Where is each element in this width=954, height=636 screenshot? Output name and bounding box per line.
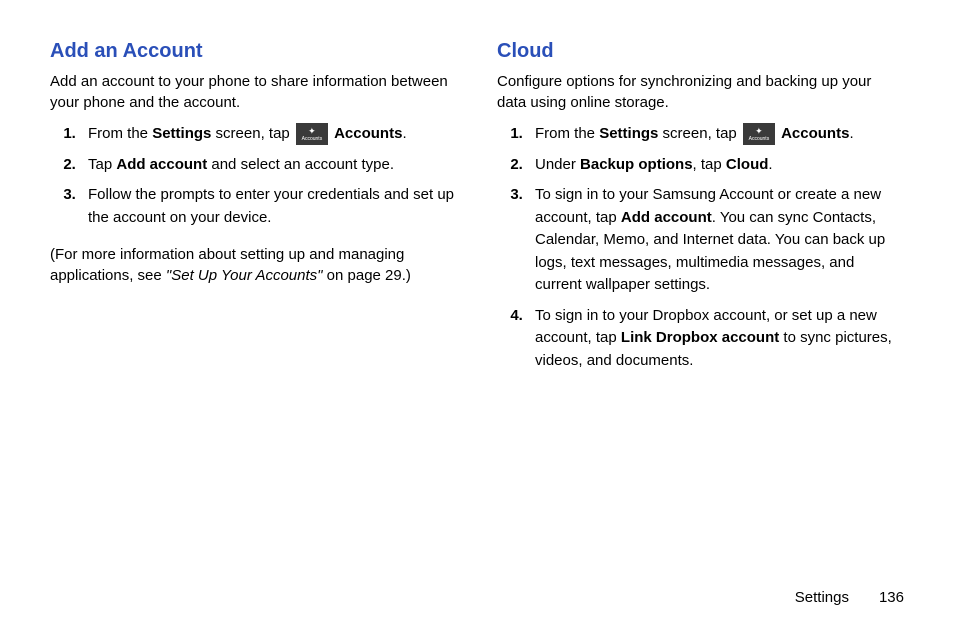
step-text: screen, tap — [658, 125, 741, 142]
heading-cloud: Cloud — [497, 40, 904, 63]
list-item: From the Settings screen, tap ✦Accounts … — [80, 123, 457, 146]
note-add-account: (For more information about setting up a… — [50, 244, 457, 286]
intro-cloud: Configure options for synchronizing and … — [497, 71, 904, 113]
step-bold: Settings — [599, 125, 658, 142]
step-text: From the — [535, 125, 599, 142]
step-text: Follow the prompts to enter your credent… — [88, 186, 454, 226]
step-bold: Accounts — [334, 125, 402, 142]
list-item: Under Backup options, tap Cloud. — [527, 154, 904, 177]
list-item: To sign in to your Samsung Account or cr… — [527, 184, 904, 297]
list-item: Follow the prompts to enter your credent… — [80, 184, 457, 229]
list-item: Tap Add account and select an account ty… — [80, 154, 457, 177]
steps-cloud: From the Settings screen, tap ✦Accounts … — [497, 123, 904, 372]
step-text: . — [402, 125, 406, 142]
right-column: Cloud Configure options for synchronizin… — [497, 40, 904, 382]
step-text: . — [849, 125, 853, 142]
page-footer: Settings 136 — [795, 589, 904, 606]
step-bold: Settings — [152, 125, 211, 142]
step-text: . — [768, 156, 772, 173]
content-columns: Add an Account Add an account to your ph… — [50, 40, 904, 382]
footer-page: 136 — [879, 589, 904, 606]
left-column: Add an Account Add an account to your ph… — [50, 40, 457, 382]
step-bold: Accounts — [781, 125, 849, 142]
steps-add-account: From the Settings screen, tap ✦Accounts … — [50, 123, 457, 229]
step-text: Tap — [88, 156, 116, 173]
footer-section: Settings — [795, 589, 849, 606]
accounts-icon: ✦Accounts — [743, 123, 775, 145]
step-text: From the — [88, 125, 152, 142]
step-text: , tap — [693, 156, 726, 173]
accounts-icon: ✦Accounts — [296, 123, 328, 145]
list-item: From the Settings screen, tap ✦Accounts … — [527, 123, 904, 146]
step-text: screen, tap — [211, 125, 294, 142]
step-bold: Add account — [621, 209, 712, 226]
note-text: on page 29.) — [322, 267, 410, 284]
note-italic: "Set Up Your Accounts" — [166, 267, 323, 284]
step-bold: Add account — [116, 156, 207, 173]
step-bold: Link Dropbox account — [621, 329, 779, 346]
step-bold: Cloud — [726, 156, 769, 173]
intro-add-account: Add an account to your phone to share in… — [50, 71, 457, 113]
step-bold: Backup options — [580, 156, 693, 173]
step-text: and select an account type. — [207, 156, 394, 173]
step-text: Under — [535, 156, 580, 173]
list-item: To sign in to your Dropbox account, or s… — [527, 305, 904, 373]
heading-add-account: Add an Account — [50, 40, 457, 63]
